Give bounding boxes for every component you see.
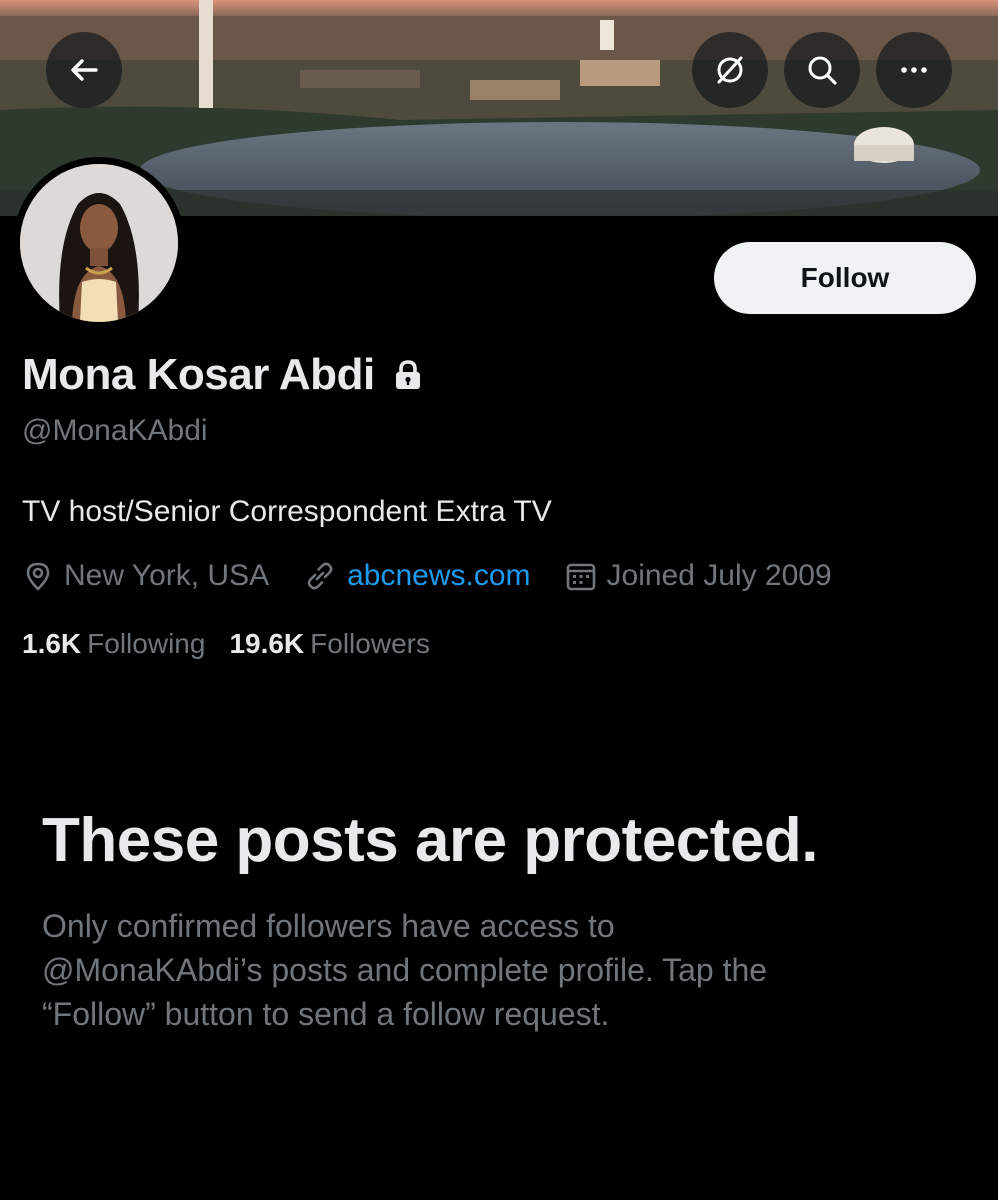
following-count: 1.6K (22, 628, 82, 659)
notifications-off-icon (717, 56, 743, 84)
protected-message-line: @MonaKAbdi’s posts and complete profile.… (42, 952, 768, 988)
calendar-icon (566, 563, 595, 591)
following-label: Following (87, 628, 206, 659)
protected-message: Only confirmed followers have access to … (42, 904, 942, 1036)
more-icon (901, 67, 927, 73)
lock-icon (393, 359, 423, 391)
follow-button[interactable]: Follow (714, 242, 976, 314)
search-icon (808, 56, 837, 85)
profile-meta: New York, USA abcnews.com Joined July 20… (22, 556, 866, 596)
profile-name-row: Mona Kosar Abdi (22, 345, 423, 405)
following-stat[interactable]: 1.6K Following (22, 628, 205, 660)
more-button[interactable] (876, 32, 952, 108)
protected-message-line: Only confirmed followers have access to (42, 908, 615, 944)
website-link[interactable]: abcnews.com (347, 559, 530, 593)
website-item[interactable]: abcnews.com (303, 559, 531, 593)
profile-name: Mona Kosar Abdi (22, 350, 375, 399)
location-text: New York, USA (64, 559, 270, 592)
link-icon (307, 562, 333, 590)
followers-label: Followers (310, 628, 430, 659)
arrow-left-icon (71, 59, 98, 81)
protected-title: These posts are protected. (42, 806, 819, 875)
location-item: New York, USA (22, 559, 269, 593)
protected-message-line: “Follow” button to send a follow request… (42, 996, 610, 1032)
profile-bio: TV host/Senior Correspondent Extra TV (22, 495, 552, 528)
back-button[interactable] (46, 32, 122, 108)
joined-text: Joined July 2009 (606, 559, 832, 592)
profile-stats: 1.6K Following 19.6K Followers (22, 624, 454, 664)
notifications-button[interactable] (692, 32, 768, 108)
followers-stat[interactable]: 19.6K Followers (229, 628, 430, 660)
followers-count: 19.6K (229, 628, 305, 659)
location-pin-icon (26, 562, 50, 591)
search-button[interactable] (784, 32, 860, 108)
avatar-frame[interactable] (13, 157, 185, 329)
avatar (20, 164, 178, 322)
joined-item: Joined July 2009 (565, 559, 832, 593)
profile-handle: @MonaKAbdi (22, 414, 208, 447)
